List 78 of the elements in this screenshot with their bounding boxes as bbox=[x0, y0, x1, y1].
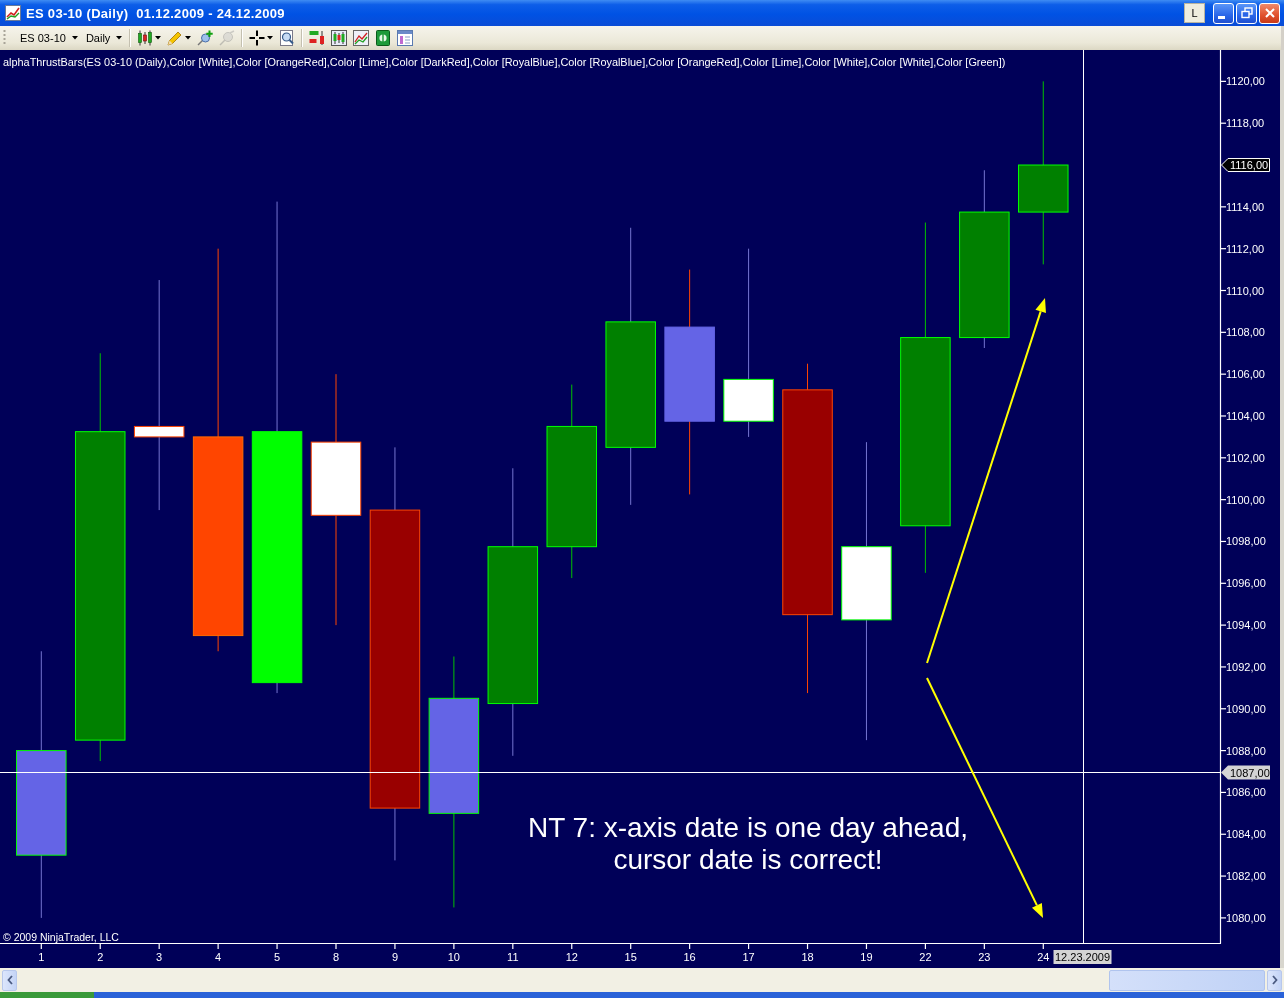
pin-plus-icon bbox=[197, 30, 214, 46]
axis-label: 1094,00 bbox=[1226, 619, 1266, 632]
caret-icon bbox=[116, 36, 123, 40]
cursor-date-tag: 12.23.2009 bbox=[1053, 950, 1112, 964]
chevron-left-icon bbox=[6, 975, 13, 985]
axis-label: 1086,00 bbox=[1226, 786, 1266, 799]
axis-label: 1 bbox=[38, 951, 45, 963]
chevron-right-icon bbox=[1271, 975, 1278, 985]
axis-label: 12 bbox=[565, 951, 578, 963]
close-button[interactable] bbox=[1259, 2, 1280, 24]
axis-label: 1102,00 bbox=[1226, 451, 1265, 464]
axis-label: 4 bbox=[215, 951, 222, 963]
axis-label: 1088,00 bbox=[1226, 744, 1266, 757]
axis-label: 1104,00 bbox=[1226, 410, 1265, 422]
pencil-icon bbox=[167, 30, 184, 46]
axis-label: 1080,00 bbox=[1226, 911, 1266, 924]
minimize-icon bbox=[1218, 15, 1225, 19]
minimize-button[interactable] bbox=[1213, 2, 1234, 24]
axis-label: 10 bbox=[447, 951, 460, 963]
axis-label: 1120,00 bbox=[1226, 75, 1265, 88]
axis-label: 3 bbox=[156, 951, 163, 963]
pin-icon bbox=[219, 30, 236, 46]
axis-label: 22 bbox=[919, 951, 932, 963]
layout-button[interactable]: L bbox=[1184, 3, 1205, 23]
banknote-icon bbox=[375, 30, 392, 46]
axis-label: 1106,00 bbox=[1226, 368, 1265, 381]
axis-label: 9 bbox=[391, 951, 398, 963]
toolbar-grip[interactable] bbox=[3, 29, 6, 47]
axis-label: 1090,00 bbox=[1226, 702, 1266, 715]
axis-label: 1098,00 bbox=[1226, 535, 1266, 548]
copyright-text: © 2009 NinjaTrader, LLC bbox=[3, 931, 119, 943]
restore-icon bbox=[1240, 7, 1253, 19]
scroll-right-button[interactable] bbox=[1267, 969, 1282, 991]
axis-label: 1110,00 bbox=[1226, 284, 1265, 297]
magnifier-icon bbox=[279, 30, 296, 46]
scroll-left-button[interactable] bbox=[2, 969, 17, 991]
axis-label: 18 bbox=[801, 951, 814, 963]
axis-label: 1096,00 bbox=[1226, 577, 1266, 590]
axis-label: 5 bbox=[274, 951, 281, 963]
axis-label: 19 bbox=[860, 951, 873, 963]
axis-label: 15 bbox=[624, 951, 637, 963]
axis-label: 1108,00 bbox=[1226, 326, 1265, 339]
window-icon bbox=[397, 30, 414, 46]
start-button[interactable] bbox=[0, 992, 94, 998]
axis-label: 1118,00 bbox=[1226, 117, 1265, 130]
axis-label: 23 bbox=[978, 951, 991, 963]
interval-dropdown[interactable]: Daily bbox=[81, 28, 127, 48]
axis-label: 2 bbox=[97, 951, 104, 963]
axis-label: 1084,00 bbox=[1226, 828, 1266, 841]
last-price-tag: 1116,00 bbox=[1221, 158, 1270, 172]
chart-icon bbox=[5, 5, 21, 21]
axis-label: 11 bbox=[507, 951, 519, 963]
candlestick-icon bbox=[137, 30, 154, 46]
caret-icon bbox=[155, 36, 162, 40]
axis-label: 1092,00 bbox=[1226, 660, 1266, 673]
axis-label: 1082,00 bbox=[1226, 870, 1266, 883]
restore-button[interactable] bbox=[1236, 2, 1257, 24]
line-chart-icon bbox=[353, 30, 370, 46]
indicator-label: alphaThrustBars(ES 03-10 (Daily),Color [White],Color [OrangeRed],Color [Lime],Color [DarkRed],Color [RoyalBlue],Color [RoyalBlue],Color [OrangeRed],Color [Lime],Color [White],Color [White],Color [Green]) bbox=[3, 56, 1006, 68]
close-icon bbox=[1263, 7, 1276, 19]
caret-icon bbox=[267, 36, 274, 40]
axis-label: 1112,00 bbox=[1226, 242, 1265, 255]
window-title: ES 03-10 (Daily) 01.12.2009 - 24.12.2009 bbox=[26, 5, 285, 21]
horizontal-scrollbar[interactable] bbox=[0, 968, 1284, 992]
scrollbar-thumb[interactable] bbox=[1109, 969, 1265, 991]
axis-label: 16 bbox=[683, 951, 696, 963]
axis-label: 17 bbox=[742, 951, 755, 963]
candlestick-box-icon bbox=[331, 30, 348, 46]
instrument-dropdown[interactable]: ES 03-10 bbox=[16, 28, 82, 48]
caret-icon bbox=[185, 36, 192, 40]
caret-icon bbox=[71, 36, 78, 40]
annotation-text: NT 7: x-axis date is one day ahead, cursor date is correct! bbox=[528, 812, 968, 875]
crosshair-icon bbox=[249, 30, 266, 46]
axis-label: 24 bbox=[1037, 951, 1050, 963]
axis-label: 8 bbox=[332, 951, 340, 963]
bar-chart-icon bbox=[309, 30, 326, 46]
axis-label: 1114,00 bbox=[1226, 200, 1265, 213]
axis-label: 1100,00 bbox=[1226, 493, 1265, 506]
